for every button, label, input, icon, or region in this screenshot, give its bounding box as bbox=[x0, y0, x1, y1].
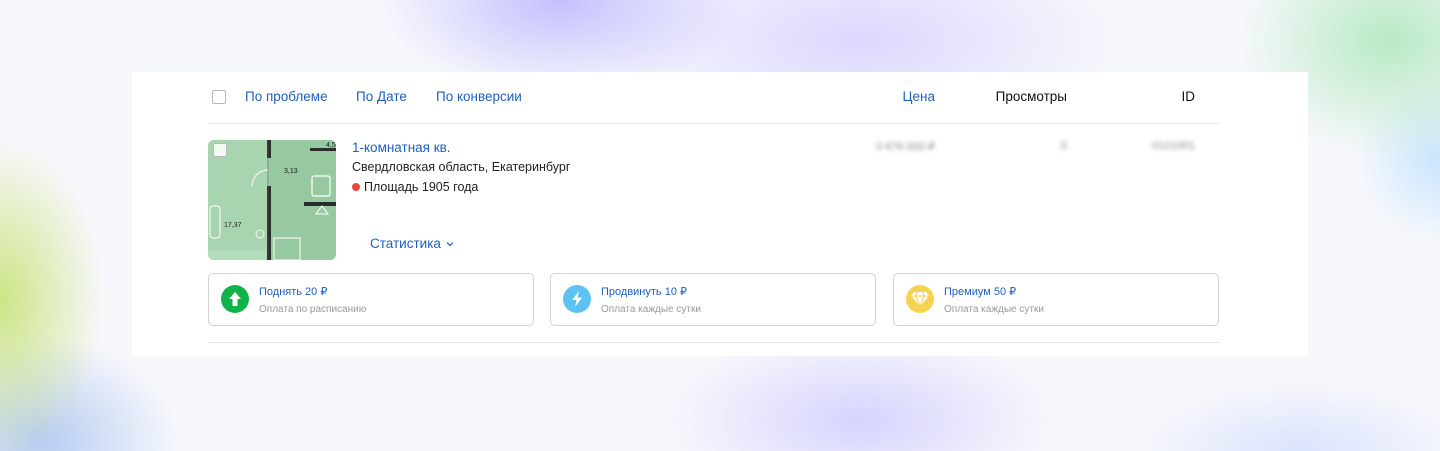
divider bbox=[208, 342, 1219, 343]
promote-promo-card[interactable]: Продвинуть 10 ₽ Оплата каждые сутки bbox=[550, 273, 876, 326]
sort-by-conversion-link[interactable]: По конверсии bbox=[436, 89, 522, 104]
premium-promo-card[interactable]: Премиум 50 ₽ Оплата каждые сутки bbox=[893, 273, 1219, 326]
listings-content: По проблеме По Дате По конверсии Цена Пр… bbox=[208, 72, 1219, 356]
plan-label: 3,13 bbox=[284, 168, 298, 175]
lightning-icon bbox=[563, 285, 591, 313]
statistics-toggle[interactable]: Статистика bbox=[370, 236, 455, 251]
column-views-header: Просмотры bbox=[995, 89, 1067, 104]
listing-address: Свердловская область, Екатеринбург bbox=[352, 160, 571, 174]
listing-floorplan-image[interactable]: 4,5 3,13 17,37 bbox=[208, 140, 336, 260]
listing-select-checkbox[interactable] bbox=[213, 143, 227, 157]
chevron-down-icon bbox=[446, 241, 454, 246]
raise-promo-label: Поднять 20 ₽ bbox=[259, 286, 328, 298]
diamond-icon bbox=[906, 285, 934, 313]
plan-label: 17,37 bbox=[224, 222, 242, 229]
status-dot-icon bbox=[352, 183, 360, 191]
listing-title-link[interactable]: 1-комнатная кв. bbox=[352, 140, 451, 155]
promote-promo-label: Продвинуть 10 ₽ bbox=[601, 286, 687, 298]
premium-promo-sub: Оплата каждые сутки bbox=[944, 304, 1044, 315]
statistics-label: Статистика bbox=[370, 236, 441, 251]
column-id-header: ID bbox=[1181, 89, 1196, 104]
raise-promo-card[interactable]: Поднять 20 ₽ Оплата по расписанию bbox=[208, 273, 534, 326]
listing-views: 0 bbox=[1060, 140, 1067, 152]
plan-label: 4,5 bbox=[326, 142, 336, 149]
listing-price: 0 676 000 ₽ bbox=[876, 141, 935, 153]
sort-by-problem-link[interactable]: По проблеме bbox=[245, 89, 328, 104]
promote-promo-sub: Оплата каждые сутки bbox=[601, 304, 701, 315]
listing-id: 0121001 bbox=[1152, 140, 1195, 152]
sort-by-date-link[interactable]: По Дате bbox=[356, 89, 407, 104]
listings-panel: По проблеме По Дате По конверсии Цена Пр… bbox=[132, 72, 1308, 356]
listing-status: Площадь 1905 года bbox=[352, 180, 478, 194]
column-price-header[interactable]: Цена bbox=[903, 89, 935, 104]
premium-promo-label: Премиум 50 ₽ bbox=[944, 286, 1017, 298]
arrow-up-icon bbox=[221, 285, 249, 313]
select-all-checkbox[interactable] bbox=[212, 90, 226, 104]
list-header: По проблеме По Дате По конверсии Цена Пр… bbox=[208, 72, 1219, 124]
raise-promo-sub: Оплата по расписанию bbox=[259, 304, 367, 315]
listing-status-text: Площадь 1905 года bbox=[364, 180, 479, 194]
